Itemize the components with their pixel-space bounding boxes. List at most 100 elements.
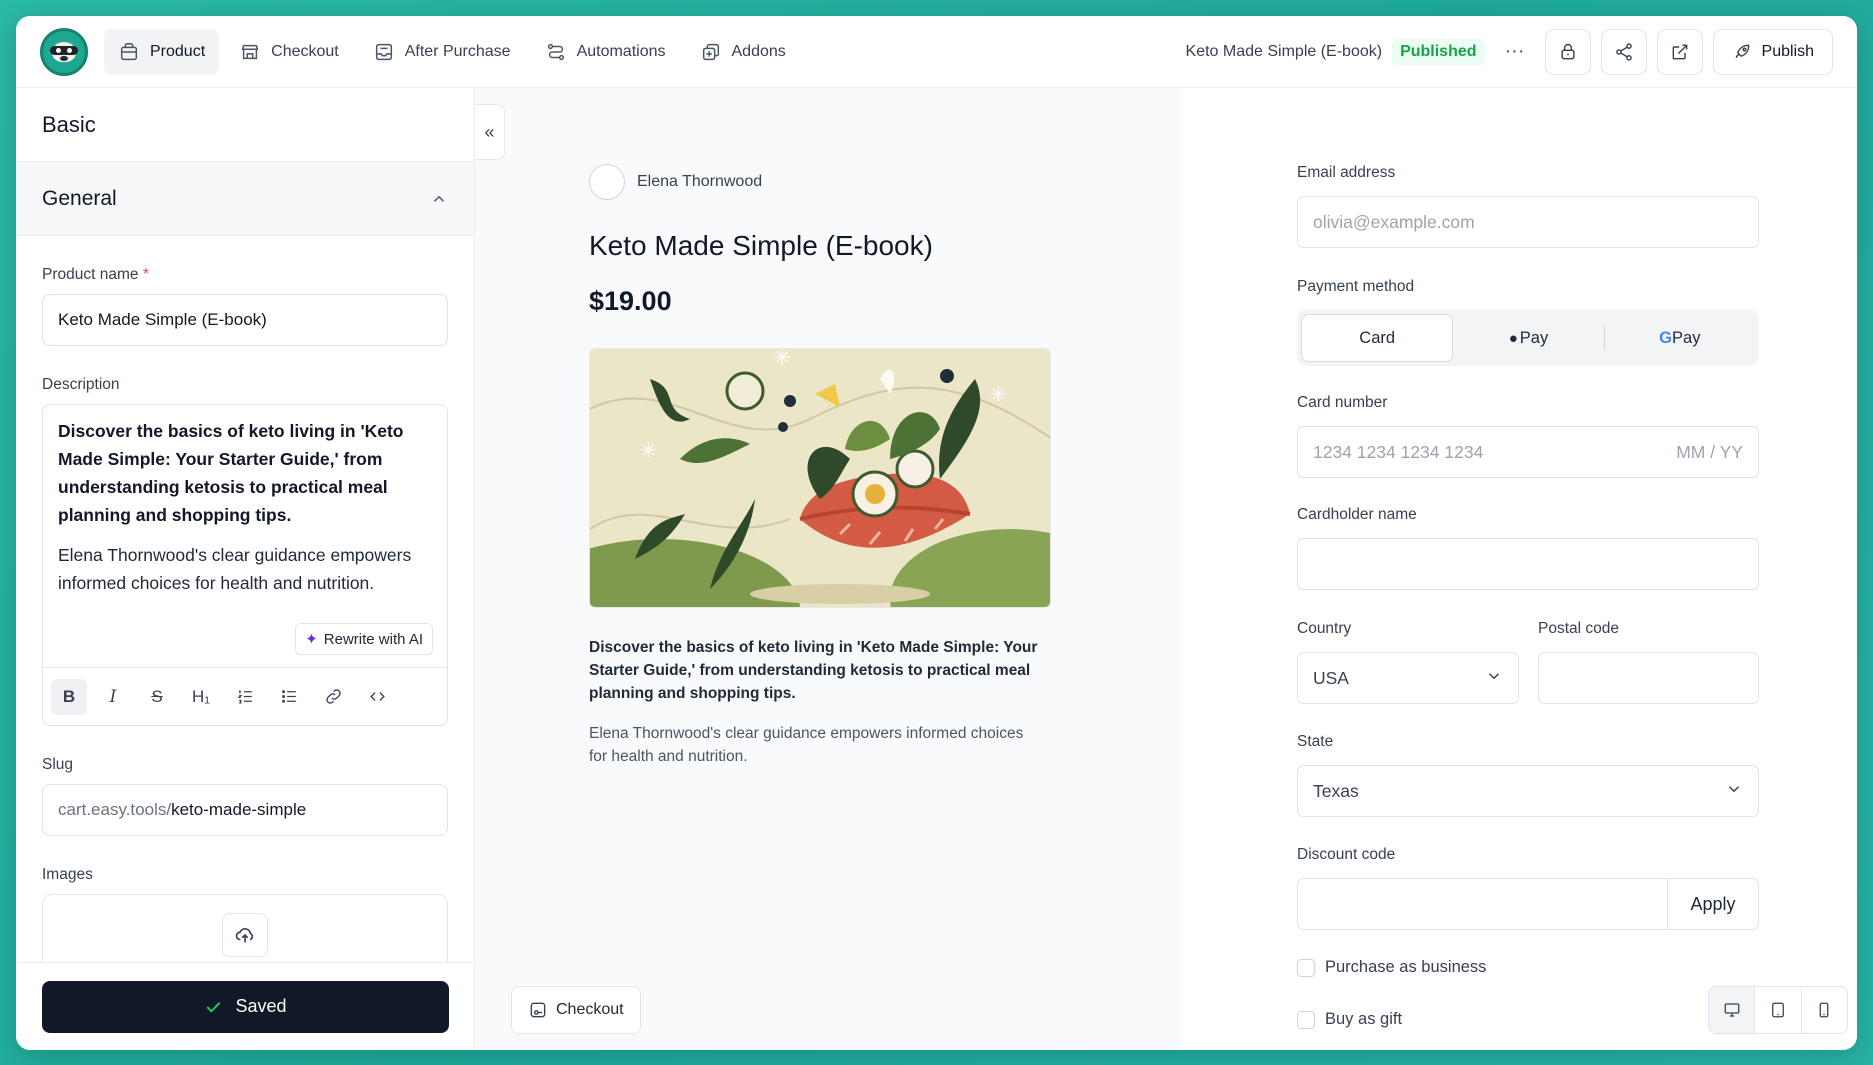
- italic-button[interactable]: I: [95, 679, 131, 715]
- cardholder-label: Cardholder name: [1297, 506, 1417, 523]
- preview-description-1: Discover the basics of keto living in 'K…: [589, 639, 1038, 702]
- discount-code-field[interactable]: Apply: [1297, 878, 1759, 930]
- chevron-down-icon: [1488, 672, 1500, 679]
- ordered-list-button[interactable]: [227, 679, 263, 715]
- preview-checkout-label: Checkout: [556, 1001, 624, 1018]
- nav-product-label: Product: [150, 42, 206, 60]
- share-button[interactable]: [1600, 28, 1647, 75]
- author: Elena Thornwood: [589, 164, 762, 200]
- header-product-title: Keto Made Simple (E-book): [1185, 42, 1383, 60]
- apple-pay-option[interactable]: ● Pay: [1453, 314, 1603, 362]
- slug-label: Slug: [42, 756, 74, 773]
- rocket-icon: [1735, 44, 1749, 58]
- nav-product[interactable]: Product: [104, 28, 220, 75]
- store-icon: [241, 44, 259, 59]
- cardholder-field[interactable]: [1297, 538, 1759, 590]
- payment-method-label: Payment method: [1297, 278, 1415, 295]
- required-mark: *: [142, 266, 149, 283]
- expiry-placeholder[interactable]: MM / YY: [1676, 442, 1743, 463]
- left-footer: Saved: [16, 962, 474, 1050]
- discount-code-label: Discount code: [1297, 846, 1396, 863]
- inbox-icon: [375, 43, 392, 60]
- buy-as-gift-label: Buy as gift: [1325, 1010, 1403, 1028]
- postal-code-label: Postal code: [1538, 620, 1619, 637]
- email-field[interactable]: olivia@example.com: [1297, 196, 1759, 248]
- avatar: [589, 164, 625, 200]
- lock-icon: [1560, 43, 1575, 59]
- more-options-button[interactable]: ···: [1495, 32, 1535, 72]
- preview-title: Keto Made Simple (E-book): [589, 230, 933, 261]
- nav-checkout[interactable]: Checkout: [225, 29, 353, 75]
- mobile-view-button[interactable]: [1802, 987, 1847, 1033]
- link-icon: [325, 689, 341, 704]
- flow-icon: [547, 43, 564, 60]
- slug-prefix: cart.easy.tools/: [58, 800, 172, 819]
- collapse-panel-button[interactable]: «: [475, 104, 505, 160]
- link-button[interactable]: [315, 679, 351, 715]
- nav-automations[interactable]: Automations: [531, 29, 680, 75]
- nav-after-purchase[interactable]: After Purchase: [359, 29, 525, 75]
- email-label: Email address: [1297, 164, 1396, 181]
- slug-input[interactable]: cart.easy.tools/keto-made-simple: [42, 784, 448, 836]
- description-paragraph-1[interactable]: Discover the basics of keto living in 'K…: [58, 417, 428, 529]
- purchase-as-business-checkbox[interactable]: [1297, 958, 1315, 977]
- code-icon: [369, 692, 385, 701]
- preview-description-2: Elena Thornwood's clear guidance empower…: [589, 725, 1024, 765]
- strikethrough-button[interactable]: S: [139, 679, 175, 715]
- code-button[interactable]: [359, 679, 395, 715]
- cloud-upload-icon: [235, 928, 254, 943]
- card-number-field[interactable]: 1234 1234 1234 1234 MM / YY: [1297, 426, 1759, 478]
- formatting-toolbar: B I S H₁: [43, 667, 447, 725]
- preview-checkout-button[interactable]: Checkout: [511, 986, 641, 1034]
- svg-text:✳: ✳: [773, 349, 791, 371]
- buy-as-gift-row[interactable]: Buy as gift: [1297, 1010, 1402, 1029]
- apply-button[interactable]: Apply: [1667, 878, 1759, 930]
- tablet-icon: [1772, 1002, 1784, 1018]
- general-accordion-header[interactable]: General: [16, 162, 474, 236]
- section-basic-title: Basic: [16, 88, 474, 162]
- nav-addons[interactable]: Addons: [686, 29, 800, 75]
- nav-checkout-label: Checkout: [271, 42, 339, 60]
- rewrite-label: Rewrite with AI: [323, 630, 423, 648]
- ordered-list-icon: [237, 690, 252, 704]
- description-paragraph-2[interactable]: Elena Thornwood's clear guidance empower…: [58, 541, 428, 597]
- country-label: Country: [1297, 620, 1352, 637]
- country-value: USA: [1313, 667, 1349, 688]
- publish-button[interactable]: Publish: [1712, 28, 1833, 75]
- addon-icon: [702, 43, 719, 60]
- general-title: General: [42, 186, 117, 210]
- app-window: Product Checkout After Purchase Automati…: [16, 16, 1857, 1050]
- chevron-up-icon: [433, 195, 445, 202]
- open-external-button[interactable]: [1656, 28, 1703, 75]
- share-icon: [1615, 42, 1632, 61]
- pay-card-option[interactable]: Card: [1301, 314, 1454, 362]
- logo-icon[interactable]: [40, 27, 88, 76]
- saved-button[interactable]: Saved: [41, 980, 449, 1033]
- slug-value: keto-made-simple: [171, 800, 307, 819]
- sparkle-icon: ✦: [305, 631, 318, 648]
- product-name-input[interactable]: Keto Made Simple (E-book): [42, 294, 448, 346]
- editor-panel: Basic General Product name * Keto Made S…: [16, 88, 475, 1050]
- card-number-placeholder: 1234 1234 1234 1234: [1313, 441, 1484, 462]
- nav-automations-label: Automations: [576, 42, 666, 60]
- rewrite-with-ai-button[interactable]: ✦ Rewrite with AI: [295, 623, 433, 655]
- description-editor[interactable]: Discover the basics of keto living in 'K…: [42, 404, 448, 726]
- heading-button[interactable]: H₁: [183, 679, 219, 715]
- checkout-form: Email address olivia@example.com Payment…: [1181, 88, 1857, 1050]
- desktop-view-button[interactable]: [1709, 987, 1756, 1033]
- state-select[interactable]: Texas: [1297, 765, 1759, 817]
- bag-icon: [120, 42, 138, 60]
- author-name: Elena Thornwood: [637, 173, 763, 190]
- country-select[interactable]: USA: [1297, 652, 1519, 704]
- bullet-list-button[interactable]: [271, 679, 307, 715]
- purchase-as-business-row[interactable]: Purchase as business: [1297, 958, 1486, 977]
- bold-button[interactable]: B: [51, 678, 87, 715]
- lock-button[interactable]: [1544, 28, 1591, 75]
- tablet-view-button[interactable]: [1755, 987, 1802, 1033]
- postal-code-field[interactable]: [1538, 652, 1759, 704]
- buy-as-gift-checkbox[interactable]: [1297, 1010, 1315, 1029]
- saved-label: Saved: [235, 996, 287, 1016]
- google-pay-option[interactable]: G Pay: [1605, 314, 1755, 362]
- upload-button[interactable]: [222, 913, 268, 957]
- desktop-icon: [1724, 1003, 1740, 1017]
